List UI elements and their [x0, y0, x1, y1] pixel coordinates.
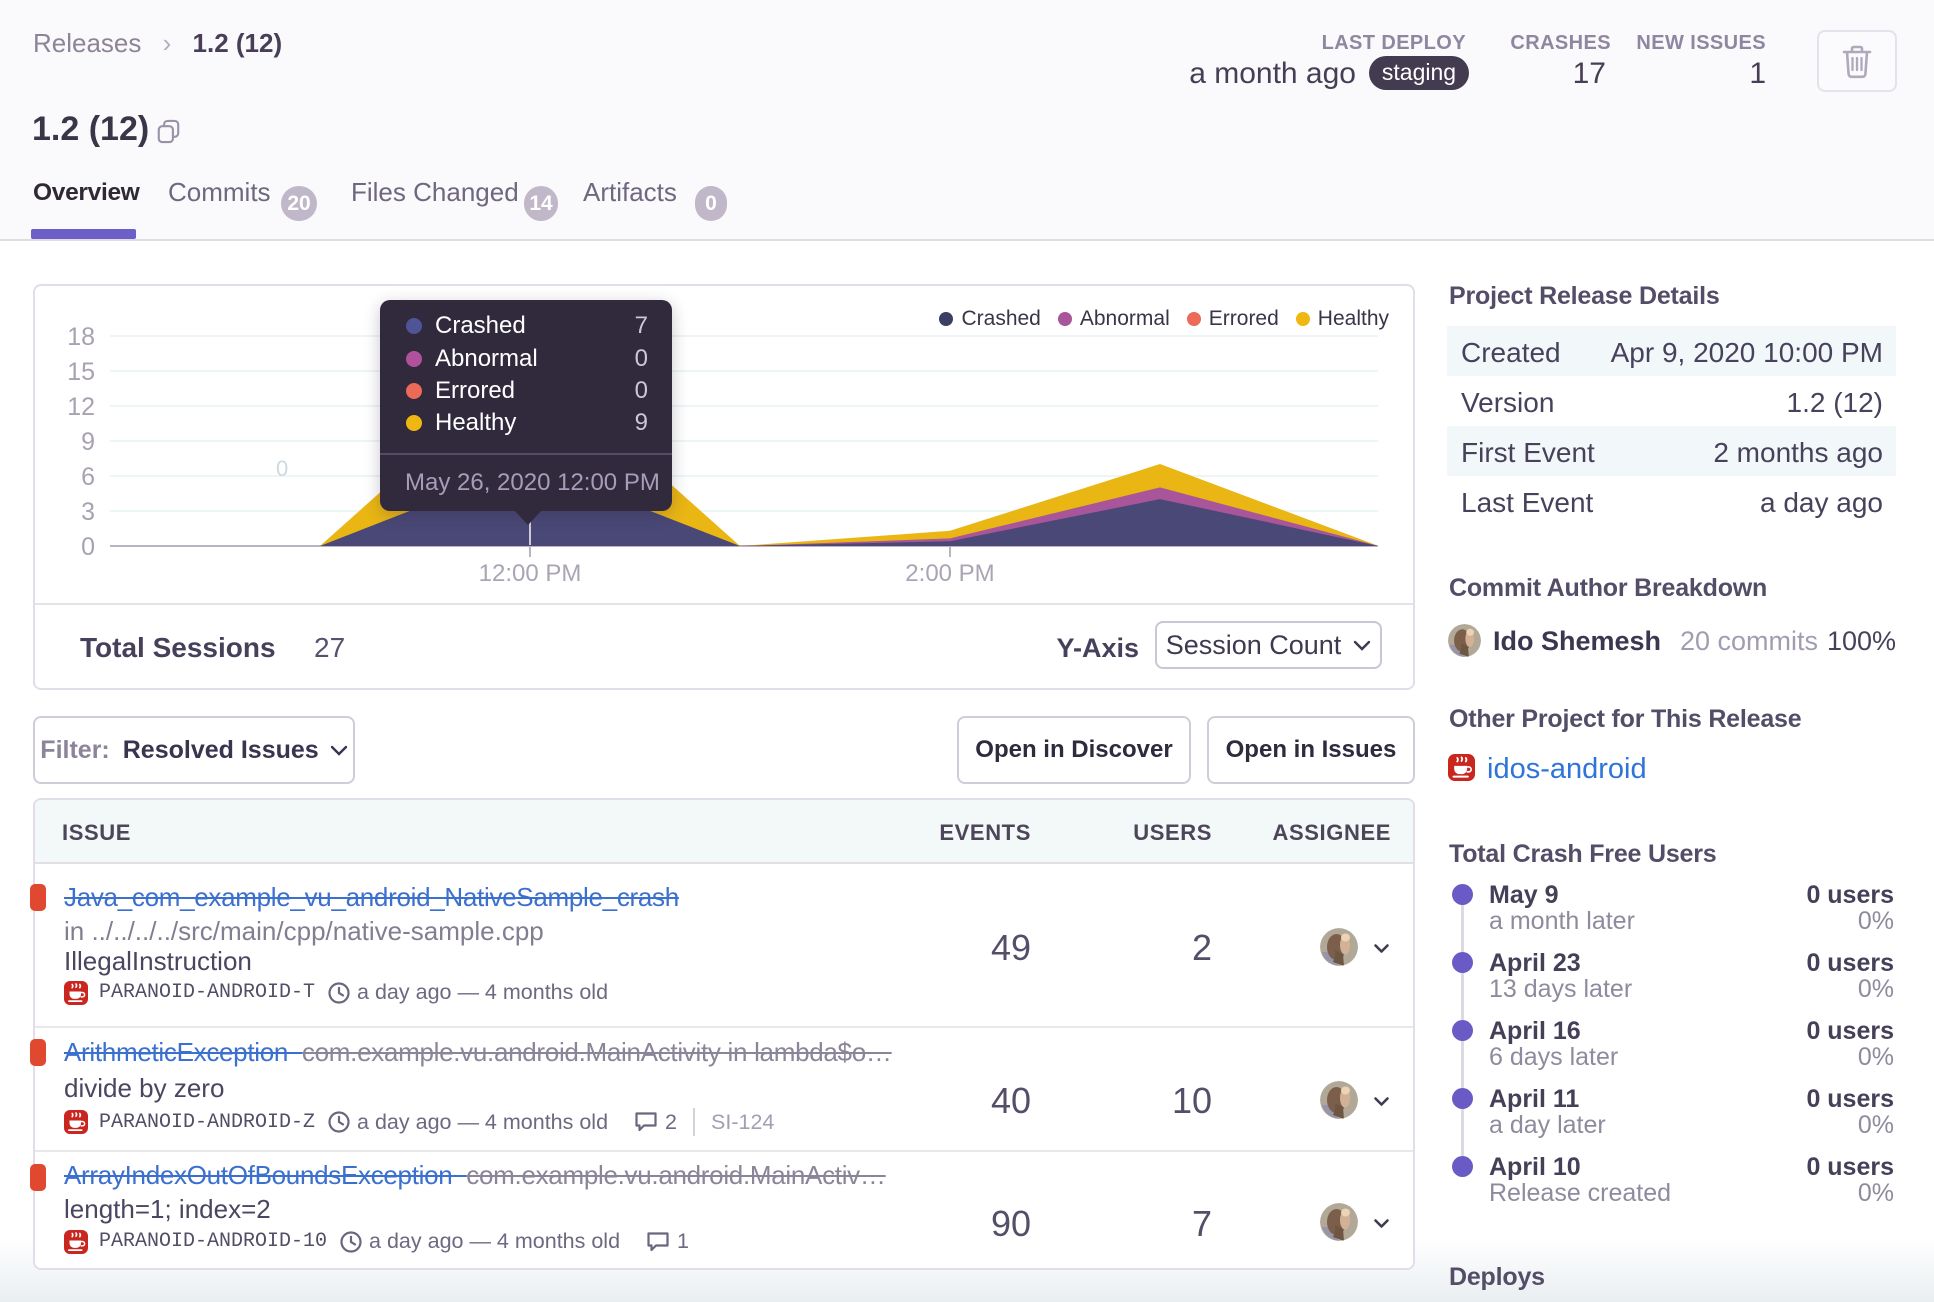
svg-text:0: 0	[276, 456, 288, 481]
